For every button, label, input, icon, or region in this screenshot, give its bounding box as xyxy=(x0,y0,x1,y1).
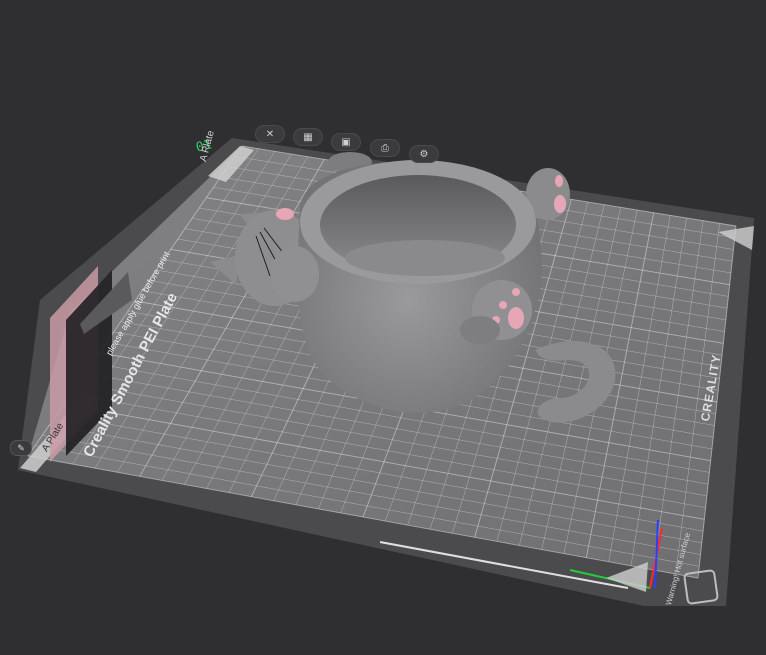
close-button[interactable]: ✕ xyxy=(255,125,285,143)
settings-button[interactable]: ⚙ xyxy=(409,145,439,163)
cat-front-paw-left xyxy=(271,246,319,302)
plate-toolbar: ✕ ▦ ▣ ⎙ ⚙ xyxy=(250,122,450,163)
3d-viewport[interactable] xyxy=(0,0,766,655)
print-icon: ⎙ xyxy=(381,142,389,154)
lock-button[interactable]: ▣ xyxy=(331,133,361,151)
edit-plate-icon[interactable]: ✎ xyxy=(10,440,32,456)
arrange-icon: ▦ xyxy=(303,131,313,143)
cat-paw-pad xyxy=(554,195,566,213)
cat-paw-pad xyxy=(555,175,563,187)
cat-paw-toe xyxy=(512,288,520,296)
cat-cheek-pink xyxy=(276,208,294,220)
cat-paw-toe xyxy=(499,301,507,309)
close-icon: ✕ xyxy=(265,128,275,140)
cat-paw-pad xyxy=(508,307,524,329)
print-button[interactable]: ⎙ xyxy=(370,139,400,157)
pot-inner-floor xyxy=(345,240,505,276)
cat-belly-paw xyxy=(460,316,500,344)
gear-icon: ⚙ xyxy=(419,148,429,160)
arrange-button[interactable]: ▦ xyxy=(293,128,323,146)
lock-icon: ▣ xyxy=(341,136,351,148)
